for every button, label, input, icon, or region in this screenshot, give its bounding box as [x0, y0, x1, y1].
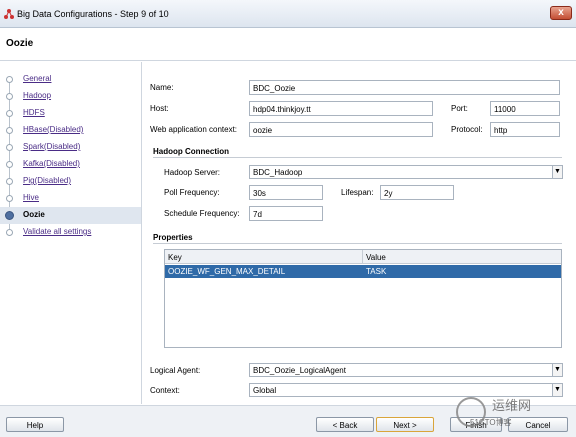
- sidebar-item-label: Kafka(Disabled): [23, 159, 80, 168]
- step-pending-icon: [6, 229, 13, 236]
- poll-frequency-field[interactable]: 30s: [249, 185, 323, 200]
- properties-heading: Properties: [153, 233, 193, 242]
- step-done-icon: [6, 161, 13, 168]
- sidebar-item-pig[interactable]: Pig(Disabled): [0, 173, 141, 190]
- sidebar-item-hdfs[interactable]: HDFS: [0, 105, 141, 122]
- port-field[interactable]: 11000: [490, 101, 560, 116]
- sidebar-item-kafka[interactable]: Kafka(Disabled): [0, 156, 141, 173]
- logical-agent-value: BDC_Oozie_LogicalAgent: [253, 366, 346, 375]
- window-title: Big Data Configurations - Step 9 of 10: [17, 9, 169, 19]
- sidebar-item-label: HDFS: [23, 108, 45, 117]
- port-label: Port:: [451, 104, 468, 113]
- step-done-icon: [6, 195, 13, 202]
- help-button[interactable]: Help: [6, 417, 64, 432]
- schedule-frequency-label: Schedule Frequency:: [164, 209, 240, 218]
- sidebar-item-general[interactable]: General: [0, 71, 141, 88]
- main-panel: Name: BDC_Oozie Host: hdp04.thinkjoy.tt …: [143, 62, 576, 404]
- logical-agent-label: Logical Agent:: [150, 366, 201, 375]
- sidebar-item-hadoop[interactable]: Hadoop: [0, 88, 141, 105]
- poll-frequency-label: Poll Frequency:: [164, 188, 220, 197]
- sidebar-item-label: Spark(Disabled): [23, 142, 81, 151]
- watermark: 运维网 51CTO博客: [456, 393, 566, 433]
- page-title: Oozie: [6, 38, 34, 49]
- step-done-icon: [6, 110, 13, 117]
- column-header-value[interactable]: Value: [363, 250, 561, 264]
- hadoop-server-label: Hadoop Server:: [164, 168, 221, 177]
- hadoop-server-value: BDC_Hadoop: [253, 168, 303, 177]
- sidebar-item-label: HBase(Disabled): [23, 125, 84, 134]
- page-header: Oozie: [0, 29, 576, 61]
- host-label: Host:: [150, 104, 169, 113]
- step-done-icon: [6, 144, 13, 151]
- protocol-label: Protocol:: [451, 125, 483, 134]
- step-done-icon: [6, 93, 13, 100]
- wizard-steps-sidebar: General Hadoop HDFS HBase(Disabled) Spar…: [0, 62, 142, 404]
- sidebar-item-label: General: [23, 74, 52, 83]
- chevron-down-icon: ▼: [552, 166, 562, 178]
- back-button[interactable]: < Back: [316, 417, 374, 432]
- sidebar-item-label: Validate all settings: [23, 227, 92, 236]
- context-label: Context:: [150, 386, 180, 395]
- sidebar-item-validate[interactable]: Validate all settings: [0, 224, 141, 241]
- name-field[interactable]: BDC_Oozie: [249, 80, 560, 95]
- table-row[interactable]: OOZIE_WF_GEN_MAX_DETAIL TASK: [165, 265, 561, 278]
- sidebar-item-hive[interactable]: Hive: [0, 190, 141, 207]
- properties-table[interactable]: Key Value OOZIE_WF_GEN_MAX_DETAIL TASK: [164, 249, 562, 348]
- webctx-field[interactable]: oozie: [249, 122, 433, 137]
- chevron-down-icon: ▼: [552, 364, 562, 376]
- protocol-field[interactable]: http: [490, 122, 560, 137]
- section-divider: [153, 243, 562, 244]
- watermark-en-text: 51CTO博客: [470, 418, 512, 427]
- column-header-key[interactable]: Key: [165, 250, 363, 264]
- close-button[interactable]: x: [550, 6, 572, 20]
- step-done-icon: [6, 127, 13, 134]
- sidebar-item-hbase[interactable]: HBase(Disabled): [0, 122, 141, 139]
- sidebar-item-label: Oozie: [23, 210, 45, 219]
- logical-agent-select[interactable]: BDC_Oozie_LogicalAgent ▼: [249, 363, 563, 377]
- sidebar-item-oozie[interactable]: Oozie: [0, 207, 141, 224]
- lifespan-label: Lifespan:: [341, 188, 374, 197]
- schedule-frequency-field[interactable]: 7d: [249, 206, 323, 221]
- title-bar: Big Data Configurations - Step 9 of 10 x: [0, 0, 576, 28]
- watermark-cn-text: 运维网: [492, 398, 532, 413]
- sidebar-item-label: Pig(Disabled): [23, 176, 72, 185]
- cell-key: OOZIE_WF_GEN_MAX_DETAIL: [168, 267, 286, 276]
- sidebar-item-label: Hive: [23, 193, 40, 202]
- context-value: Global: [253, 386, 277, 395]
- step-current-icon: [5, 211, 14, 220]
- hadoop-server-select[interactable]: BDC_Hadoop ▼: [249, 165, 563, 179]
- close-icon: x: [558, 7, 564, 18]
- sidebar-item-spark[interactable]: Spark(Disabled): [0, 139, 141, 156]
- cell-value: TASK: [366, 267, 387, 276]
- section-divider: [153, 157, 562, 158]
- next-button[interactable]: Next >: [376, 417, 434, 432]
- host-field[interactable]: hdp04.thinkjoy.tt: [249, 101, 433, 116]
- lifespan-field[interactable]: 2y: [380, 185, 454, 200]
- oracle-app-icon: [4, 9, 14, 19]
- webctx-label: Web application context:: [150, 125, 238, 134]
- step-done-icon: [6, 178, 13, 185]
- step-done-icon: [6, 76, 13, 83]
- name-label: Name:: [150, 83, 174, 92]
- hadoop-connection-heading: Hadoop Connection: [153, 147, 229, 156]
- sidebar-item-label: Hadoop: [23, 91, 52, 100]
